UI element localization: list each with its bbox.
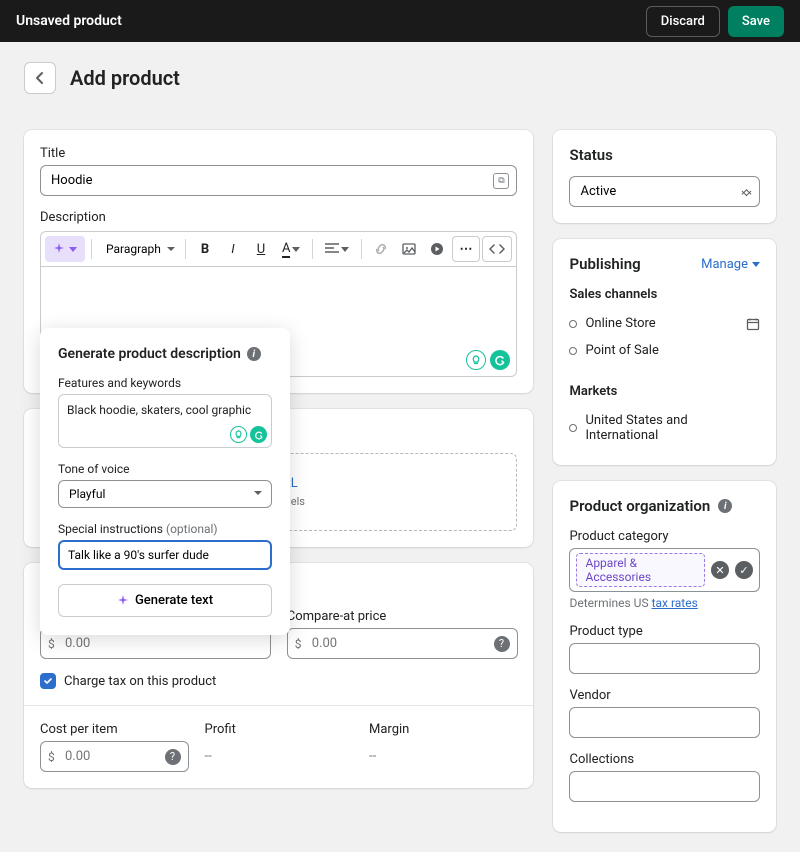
vendor-input[interactable] xyxy=(569,707,760,738)
category-tag[interactable]: Apparel & Accessories xyxy=(576,553,705,587)
sparkle-icon xyxy=(117,595,129,607)
calendar-icon[interactable] xyxy=(746,317,760,331)
image-button[interactable] xyxy=(396,236,422,262)
info-icon[interactable]: i xyxy=(247,347,261,361)
sales-channels-label: Sales channels xyxy=(569,287,760,302)
currency-prefix: $ xyxy=(48,750,55,764)
unsaved-title: Unsaved product xyxy=(16,13,122,29)
back-button[interactable] xyxy=(24,62,56,94)
title-label: Title xyxy=(40,146,517,161)
product-organization-card: Product organization i Product category … xyxy=(553,481,776,832)
link-icon xyxy=(374,242,388,256)
features-textarea[interactable]: Black hoodie, skaters, cool graphic xyxy=(58,394,272,448)
help-icon[interactable]: ? xyxy=(494,636,510,652)
discard-button[interactable]: Discard xyxy=(646,6,720,37)
publishing-card: Publishing Manage Sales channels Online … xyxy=(553,239,776,465)
optional-hint: (optional) xyxy=(166,522,218,536)
video-button[interactable] xyxy=(424,236,450,262)
paragraph-select[interactable]: Paragraph xyxy=(98,238,179,260)
caret-down-icon xyxy=(752,262,760,267)
category-confirm-button[interactable]: ✓ xyxy=(735,561,753,579)
category-label: Product category xyxy=(569,529,760,544)
channel-online-store[interactable]: Online Store xyxy=(569,310,760,337)
charge-tax-label: Charge tax on this product xyxy=(64,674,216,689)
rte-toolbar: Paragraph B I U A xyxy=(40,231,517,267)
grammarly-icon[interactable] xyxy=(490,350,510,370)
text-color-button[interactable]: A xyxy=(276,236,306,262)
status-heading: Status xyxy=(569,146,760,164)
top-bar: Unsaved product Discard Save xyxy=(0,0,800,42)
bold-button[interactable]: B xyxy=(192,236,218,262)
channel-pos[interactable]: Point of Sale xyxy=(569,337,760,364)
vendor-label: Vendor xyxy=(569,688,760,703)
page-title: Add product xyxy=(70,66,180,90)
grammarly-hint-icon[interactable] xyxy=(230,426,247,443)
manage-link[interactable]: Manage xyxy=(701,257,760,272)
tone-label: Tone of voice xyxy=(58,462,272,476)
image-icon xyxy=(402,242,416,256)
market-item[interactable]: United States and International xyxy=(569,407,760,449)
more-button[interactable]: ⋯ xyxy=(452,236,480,262)
compare-price-input[interactable] xyxy=(287,628,518,659)
tone-select[interactable]: Playful xyxy=(58,480,272,508)
markets-label: Markets xyxy=(569,384,760,399)
status-select[interactable]: Active xyxy=(569,176,760,207)
margin-value: -- xyxy=(369,741,518,764)
profit-value: -- xyxy=(205,741,354,764)
tax-rates-link[interactable]: tax rates xyxy=(652,596,698,610)
collections-input[interactable] xyxy=(569,771,760,802)
special-instructions-input[interactable] xyxy=(58,540,272,570)
publishing-heading: Publishing xyxy=(569,255,640,273)
category-input[interactable]: Apparel & Accessories ✕ ✓ xyxy=(569,548,760,592)
arrow-left-icon xyxy=(32,70,48,86)
currency-prefix: $ xyxy=(295,637,302,651)
compare-label: Compare-at price xyxy=(287,609,518,624)
currency-prefix: $ xyxy=(48,637,55,651)
features-label: Features and keywords xyxy=(58,376,272,390)
grammarly-icon[interactable] xyxy=(250,426,267,443)
underline-button[interactable]: U xyxy=(248,236,274,262)
code-icon xyxy=(489,243,505,255)
code-view-button[interactable] xyxy=(482,236,512,262)
charge-tax-checkbox[interactable] xyxy=(40,673,56,689)
status-card: Status Active xyxy=(553,130,776,223)
description-label: Description xyxy=(40,210,517,225)
grammarly-hint-icon[interactable] xyxy=(466,350,486,370)
collections-label: Collections xyxy=(569,752,760,767)
info-icon[interactable]: i xyxy=(718,499,732,513)
help-icon[interactable]: ? xyxy=(165,749,181,765)
italic-button[interactable]: I xyxy=(220,236,246,262)
ai-generate-button[interactable] xyxy=(45,236,85,262)
align-left-icon xyxy=(325,243,339,255)
play-circle-icon xyxy=(430,242,444,256)
chevron-down-icon xyxy=(69,247,77,252)
align-button[interactable] xyxy=(319,236,355,262)
cost-label: Cost per item xyxy=(40,722,189,737)
link-button[interactable] xyxy=(368,236,394,262)
tax-note-prefix: Determines US xyxy=(569,596,651,610)
type-label: Product type xyxy=(569,624,760,639)
margin-label: Margin xyxy=(369,722,518,737)
title-input[interactable] xyxy=(40,165,517,196)
save-button[interactable]: Save xyxy=(728,6,784,37)
template-icon[interactable]: ⧉ xyxy=(493,173,509,189)
product-type-input[interactable] xyxy=(569,643,760,674)
special-instructions-label: Special instructions xyxy=(58,522,163,536)
generate-text-button[interactable]: Generate text xyxy=(58,584,272,617)
profit-label: Profit xyxy=(205,722,354,737)
sparkle-icon xyxy=(53,243,65,255)
generate-description-popover: Generate product description i Features … xyxy=(40,328,290,635)
org-heading: Product organization xyxy=(569,497,710,515)
popover-heading: Generate product description xyxy=(58,346,241,362)
category-clear-button[interactable]: ✕ xyxy=(711,561,729,579)
